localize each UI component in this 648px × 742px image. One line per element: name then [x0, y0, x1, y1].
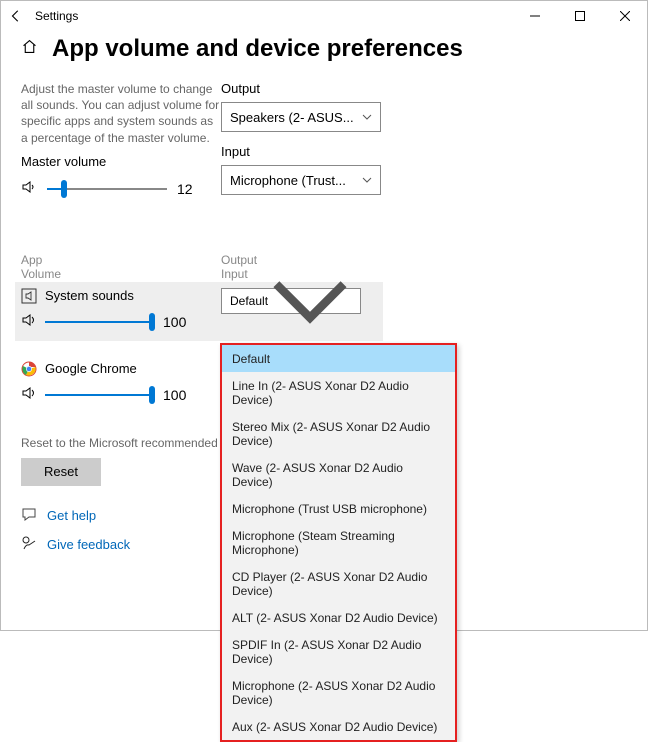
home-icon[interactable]	[21, 38, 38, 60]
input-select[interactable]: Microphone (Trust...	[221, 165, 381, 195]
chrome-volume-value: 100	[163, 387, 186, 403]
dropdown-item[interactable]: Microphone (Trust USB microphone)	[222, 495, 455, 522]
column-output-input: OutputInput	[221, 253, 257, 282]
dropdown-item[interactable]: Aux (2- ASUS Xonar D2 Audio Device)	[222, 713, 455, 740]
chat-icon	[21, 506, 37, 525]
page-title: App volume and device preferences	[52, 35, 463, 63]
master-volume-label: Master volume	[21, 154, 221, 169]
system-sounds-output-value: Default	[230, 294, 268, 308]
system-sounds-volume-value: 100	[163, 314, 186, 330]
feedback-icon	[21, 535, 37, 554]
dropdown-item[interactable]: Microphone (2- ASUS Xonar D2 Audio Devic…	[222, 672, 455, 713]
app-row-system-sounds: System sounds 100 Default	[15, 282, 383, 341]
window-title: Settings	[35, 9, 78, 23]
system-sounds-volume-slider[interactable]	[45, 314, 155, 330]
dropdown-item[interactable]: SPDIF In (2- ASUS Xonar D2 Audio Device)	[222, 631, 455, 672]
dropdown-item[interactable]: Line In (2- ASUS Xonar D2 Audio Device)	[222, 372, 455, 413]
input-select-value: Microphone (Trust...	[230, 173, 346, 188]
column-app-volume: AppVolume	[21, 253, 221, 282]
output-label: Output	[221, 81, 441, 96]
input-device-dropdown: Default Line In (2- ASUS Xonar D2 Audio …	[220, 343, 457, 742]
speaker-icon[interactable]	[21, 385, 37, 406]
app-name: Google Chrome	[45, 361, 137, 376]
output-select-value: Speakers (2- ASUS...	[230, 110, 354, 125]
speaker-icon[interactable]	[21, 312, 37, 333]
dropdown-item[interactable]: Stereo Mix (2- ASUS Xonar D2 Audio Devic…	[222, 413, 455, 454]
close-button[interactable]	[602, 1, 647, 31]
get-help-label: Get help	[47, 508, 96, 523]
give-feedback-label: Give feedback	[47, 537, 130, 552]
minimize-button[interactable]	[512, 1, 557, 31]
maximize-button[interactable]	[557, 1, 602, 31]
system-sounds-output-select[interactable]: Default	[221, 288, 361, 314]
input-label: Input	[221, 144, 441, 159]
dropdown-item[interactable]: CD Player (2- ASUS Xonar D2 Audio Device…	[222, 563, 455, 604]
dropdown-item[interactable]: Default	[222, 345, 455, 372]
page-description: Adjust the master volume to change all s…	[21, 81, 221, 146]
chevron-down-icon	[362, 112, 372, 122]
master-volume-slider[interactable]	[47, 181, 167, 197]
reset-button[interactable]: Reset	[21, 458, 101, 486]
chevron-down-icon	[268, 259, 352, 343]
output-select[interactable]: Speakers (2- ASUS...	[221, 102, 381, 132]
chevron-down-icon	[362, 175, 372, 185]
dropdown-item[interactable]: ALT (2- ASUS Xonar D2 Audio Device)	[222, 604, 455, 631]
speaker-icon[interactable]	[21, 179, 37, 200]
dropdown-item[interactable]: Microphone (Steam Streaming Microphone)	[222, 522, 455, 563]
chrome-icon	[21, 361, 37, 377]
system-sounds-icon	[21, 288, 37, 304]
chrome-volume-slider[interactable]	[45, 387, 155, 403]
dropdown-item[interactable]: Wave (2- ASUS Xonar D2 Audio Device)	[222, 454, 455, 495]
back-button[interactable]	[1, 1, 31, 31]
master-volume-value: 12	[177, 181, 193, 197]
app-name: System sounds	[45, 288, 134, 303]
